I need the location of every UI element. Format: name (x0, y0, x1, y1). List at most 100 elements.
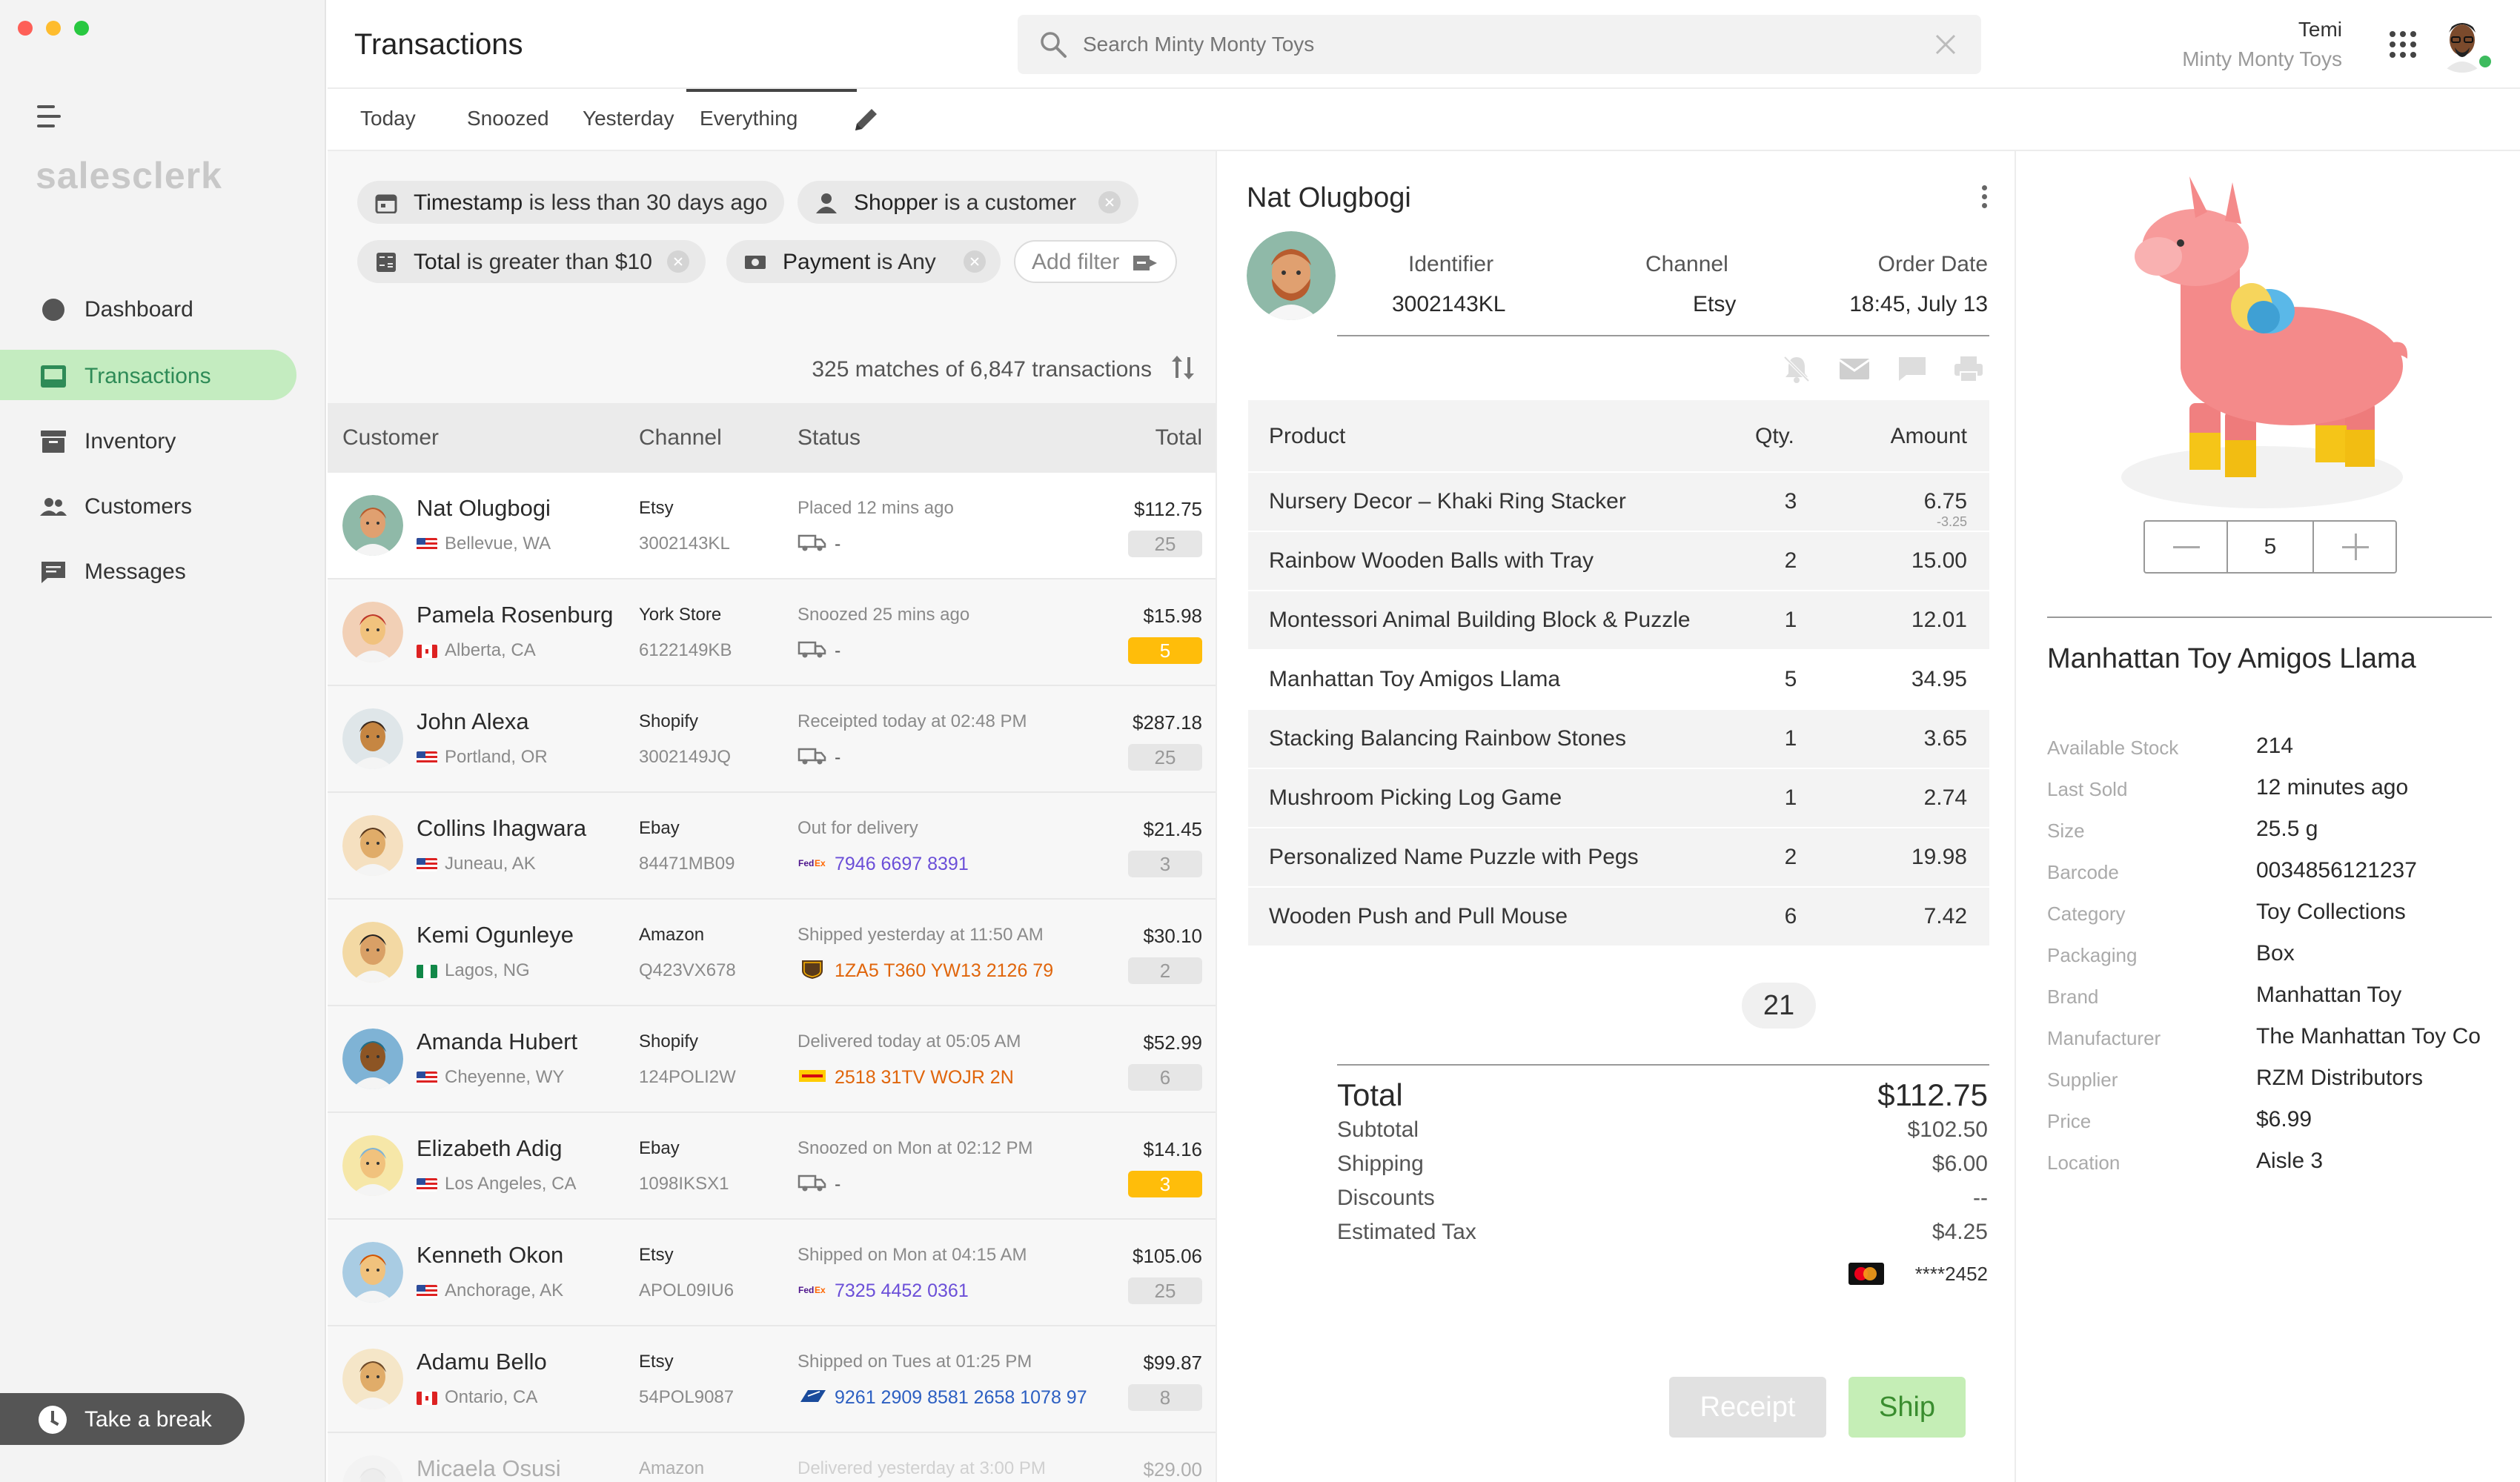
sidebar: salesclerk Dashboard Transactions Invent… (0, 0, 326, 1482)
quantity-value[interactable]: 5 (2229, 522, 2311, 572)
transaction-row[interactable]: Elizabeth Adig Los Angeles, CA Ebay 1098IKS… (328, 1113, 1216, 1220)
sidebar-item-messages[interactable]: Messages (0, 545, 296, 596)
take-a-break-button[interactable]: Take a break (0, 1393, 245, 1445)
decrement-button[interactable] (2145, 522, 2228, 572)
notifications-off-icon[interactable] (1780, 354, 1813, 384)
order-item-row[interactable]: Montessori Animal Building Block & Puzzl… (1248, 590, 1989, 649)
order-date: 18:45, July 13 (1849, 292, 1988, 316)
email-icon[interactable] (1838, 354, 1871, 384)
truck-icon (798, 745, 827, 766)
tracking-number[interactable]: 7946 6697 8391 (835, 854, 969, 875)
order-detail-panel: Nat Olugbogi Identifier Channel Order Da… (1218, 151, 2016, 1482)
payment-icon (745, 256, 766, 269)
transaction-row[interactable]: Nat Olugbogi Bellevue, WA Etsy 3002143KL Pla… (328, 473, 1216, 579)
order-item-row[interactable]: Nursery Decor – Khaki Ring Stacker 3 6.75-… (1248, 471, 1989, 531)
customer-avatar (342, 815, 403, 876)
receipt-button[interactable]: Receipt (1669, 1377, 1826, 1438)
order-id: 54POL9087 (639, 1387, 735, 1407)
sidebar-item-label: Dashboard (84, 297, 193, 322)
transaction-row[interactable]: Kenneth Okon Anchorage, AK Etsy APOL09IU6 Sh… (328, 1220, 1216, 1326)
total-value: $112.75 (1877, 1077, 1988, 1112)
order-item-row[interactable]: Wooden Push and Pull Mouse 6 7.42 (1248, 886, 1989, 946)
window-zoom-button[interactable] (74, 21, 89, 36)
window-minimize-button[interactable] (46, 21, 61, 36)
order-item-row[interactable]: Mushroom Picking Log Game 1 2.74 (1248, 768, 1989, 827)
product-detail-panel: 5 Manhattan Toy Amigos Llama Available S… (2017, 151, 2520, 1482)
edit-tabs-icon[interactable] (849, 104, 882, 136)
column-header-total[interactable]: Total (1155, 425, 1202, 451)
transaction-row[interactable]: John Alexa Portland, OR Shopify 3002149JQ Re… (328, 686, 1216, 793)
order-channel: Shopify (639, 711, 699, 731)
window-close-button[interactable] (18, 21, 33, 36)
more-options-icon[interactable] (1982, 185, 1989, 212)
transaction-row[interactable]: Adamu Bello Ontario, CA Etsy 54POL9087 Shipp… (328, 1326, 1216, 1433)
tab-everything[interactable]: Everything (686, 89, 858, 130)
clear-search-icon[interactable] (1932, 31, 1959, 58)
tab-yesterday[interactable]: Yesterday (583, 107, 674, 130)
subtotal-label: Subtotal (1337, 1117, 1419, 1142)
column-header-product: Product (1269, 424, 1346, 448)
sidebar-item-customers[interactable]: Customers (0, 480, 296, 531)
sidebar-item-label: Transactions (84, 364, 211, 388)
sidebar-item-inventory[interactable]: Inventory (0, 415, 296, 465)
tab-today[interactable]: Today (360, 107, 416, 130)
product-name: Personalized Name Puzzle with Pegs (1269, 845, 1639, 869)
filter-chip-shopper[interactable]: Shopper is a customer (798, 181, 1138, 224)
chat-icon[interactable] (1896, 354, 1929, 384)
product-name: Stacking Balancing Rainbow Stones (1269, 726, 1626, 751)
order-status: Snoozed 25 mins ago (798, 605, 970, 625)
filter-chip-payment[interactable]: Payment is Any (726, 240, 1001, 283)
order-channel: Etsy (639, 1352, 674, 1372)
transactions-panel: Timestamp is less than 30 days ago Shopp… (328, 151, 1217, 1482)
column-header-status[interactable]: Status (798, 425, 861, 451)
product-qty: 1 (1784, 785, 1797, 810)
order-item-row[interactable]: Personalized Name Puzzle with Pegs 2 19.98 (1248, 827, 1989, 886)
order-total: $30.10 (1143, 925, 1202, 947)
sidebar-item-transactions[interactable]: Transactions (0, 350, 296, 400)
order-item-row[interactable]: Stacking Balancing Rainbow Stones 1 3.65 (1248, 708, 1989, 768)
filter-chip-total[interactable]: Total is greater than $10 (357, 240, 706, 283)
increment-button[interactable] (2312, 522, 2395, 572)
remove-filter-icon[interactable] (667, 250, 689, 273)
order-id: 3002143KL (639, 534, 730, 554)
transaction-row[interactable]: Amanda Hubert Cheyenne, WY Shopify 124POLI2… (328, 1006, 1216, 1113)
ship-button[interactable]: Ship (1848, 1377, 1966, 1438)
column-header-channel[interactable]: Channel (639, 425, 722, 451)
remove-filter-icon[interactable] (964, 250, 986, 273)
transaction-row[interactable]: Collins Ihagwara Juneau, AK Ebay 84471MB09 O… (328, 793, 1216, 900)
transaction-row[interactable]: Pamela Rosenburg Alberta, CA York Store 612… (328, 579, 1216, 686)
tracking-number[interactable]: 2518 31TV WOJR 2N (835, 1067, 1014, 1089)
sidebar-item-dashboard[interactable]: Dashboard (0, 283, 296, 333)
user-name: Temi (2298, 18, 2342, 41)
tracking-number[interactable]: 9261 2909 8581 2658 1078 97 (835, 1387, 1087, 1409)
transaction-row[interactable]: Kemi Ogunleye Lagos, NG Amazon Q423VX678 Shi… (328, 900, 1216, 1006)
remove-filter-icon[interactable] (1098, 191, 1121, 213)
tracking-number[interactable]: 1ZA5 T360 YW13 2126 79 (835, 960, 1053, 982)
print-icon[interactable] (1952, 354, 1985, 384)
search-input[interactable] (1083, 28, 1824, 61)
product-name: Wooden Push and Pull Mouse (1269, 904, 1568, 928)
ng-flag-icon (417, 965, 437, 978)
tracking-number[interactable]: 7325 4452 0361 (835, 1280, 969, 1302)
customer-location: Juneau, AK (445, 854, 536, 874)
transaction-row[interactable]: Micaela Osusi Amazon Delivered yesterday a… (328, 1433, 1216, 1482)
sort-icon[interactable] (1170, 353, 1196, 382)
menu-icon[interactable] (37, 104, 64, 130)
order-id: APOL09IU6 (639, 1280, 735, 1300)
order-status: Out for delivery (798, 818, 918, 838)
search-bar[interactable] (1018, 15, 1981, 74)
order-channel: Ebay (639, 818, 680, 838)
apps-grid-icon[interactable] (2390, 31, 2416, 58)
tab-snoozed[interactable]: Snoozed (467, 107, 549, 130)
filter-chip-timestamp[interactable]: Timestamp is less than 30 days ago (357, 181, 784, 224)
order-item-row[interactable]: Rainbow Wooden Balls with Tray 2 15.00 (1248, 531, 1989, 590)
tab-bar: Today Snoozed Yesterday Everything (328, 89, 2520, 151)
order-id: 6122149KB (639, 640, 732, 660)
column-header-customer[interactable]: Customer (342, 425, 439, 451)
add-filter-button[interactable]: Add filter (1014, 240, 1177, 283)
customer-avatar (342, 1135, 403, 1196)
order-status: Delivered yesterday at 3:00 PM (798, 1458, 1046, 1478)
order-item-row[interactable]: Manhattan Toy Amigos Llama 5 34.95 (1248, 649, 1989, 708)
order-total: $21.45 (1143, 818, 1202, 840)
spec-value: 0034856121237 (2256, 858, 2417, 883)
